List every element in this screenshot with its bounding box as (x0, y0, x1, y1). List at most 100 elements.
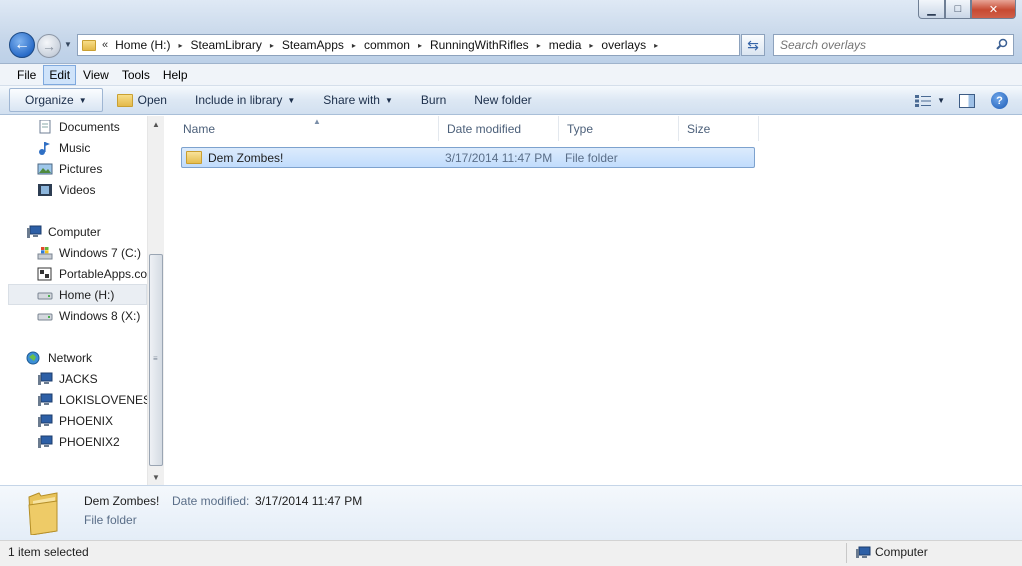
scroll-down-arrow[interactable]: ▼ (148, 469, 164, 485)
network-computer-icon (38, 414, 53, 427)
column-header-label: Type (567, 121, 594, 136)
menu-file[interactable]: File (11, 65, 42, 85)
menu-edit[interactable]: Edit (43, 64, 77, 85)
sidebar-item-windows7-drive[interactable]: Windows 7 (C:) (37, 242, 147, 263)
sidebar-item-label: PHOENIX (59, 413, 114, 428)
view-options-dropdown[interactable]: ▼ (937, 96, 945, 105)
sidebar-item-lokislovenest[interactable]: LOKISLOVENEST (37, 389, 147, 410)
address-bar[interactable]: « Home (H:) ▸ SteamLibrary ▸ SteamApps ▸… (77, 34, 740, 56)
navigation-pane: Documents Music Pictures Videos Computer… (0, 116, 164, 485)
burn-button[interactable]: Burn (407, 86, 460, 114)
column-header-date-modified[interactable]: Date modified (439, 116, 559, 141)
change-view-icon[interactable] (915, 94, 932, 107)
pictures-icon (37, 163, 53, 174)
preview-pane-icon[interactable] (959, 93, 975, 108)
details-file-name: Dem Zombes! (84, 494, 160, 508)
breadcrumb-separator[interactable]: ▸ (352, 41, 356, 50)
sidebar-item-pictures[interactable]: Pictures (37, 158, 147, 179)
maximize-button[interactable]: □ (945, 0, 971, 19)
menu-tools[interactable]: Tools (116, 65, 156, 85)
sidebar-item-home-drive[interactable]: Home (H:) (8, 284, 147, 305)
sidebar-item-phoenix[interactable]: PHOENIX (37, 410, 147, 431)
nav-scrollbar[interactable]: ▲ ≡ ▼ (147, 116, 164, 485)
overflow-chevron[interactable]: « (102, 39, 108, 51)
sidebar-item-windows8-drive[interactable]: Windows 8 (X:) (37, 305, 147, 326)
grip-icon: ≡ (153, 354, 158, 363)
portableapps-icon (37, 267, 52, 280)
breadcrumb-separator[interactable]: ▸ (654, 41, 658, 50)
status-divider (846, 543, 847, 563)
file-date-cell: 3/17/2014 11:47 PM (445, 150, 553, 165)
breadcrumb-separator[interactable]: ▸ (270, 41, 274, 50)
scroll-up-arrow[interactable]: ▲ (148, 116, 164, 132)
open-label: Open (137, 93, 167, 107)
search-input[interactable] (780, 38, 980, 52)
file-name-cell: Dem Zombes! (186, 148, 283, 167)
minimize-button[interactable]: ▁ (918, 0, 945, 19)
selection-count: 1 item selected (8, 545, 89, 559)
table-row[interactable]: Dem Zombes! 3/17/2014 11:47 PM File fold… (181, 147, 755, 168)
breadcrumb-steamapps[interactable]: SteamApps (282, 38, 344, 52)
breadcrumb-separator[interactable]: ▸ (589, 41, 593, 50)
sidebar-item-videos[interactable]: Videos (37, 179, 147, 200)
sidebar-item-label: LOKISLOVENEST (59, 392, 147, 407)
back-button[interactable]: ← (9, 32, 35, 58)
drive-icon (37, 292, 53, 299)
column-header-name[interactable]: Name ▲ (175, 116, 439, 141)
include-in-library-button[interactable]: Include in library ▼ (181, 86, 309, 114)
details-date-value: 3/17/2014 11:47 PM (255, 494, 363, 508)
sidebar-item-network[interactable]: Network (26, 347, 147, 368)
network-computer-icon (38, 393, 53, 406)
breadcrumb-home[interactable]: Home (H:) (115, 38, 170, 52)
column-header-label: Name (183, 121, 216, 136)
help-icon[interactable]: ? (991, 92, 1008, 109)
new-folder-button[interactable]: New folder (460, 86, 545, 114)
breadcrumb-separator[interactable]: ▸ (418, 41, 422, 50)
breadcrumb-media[interactable]: media (549, 38, 582, 52)
refresh-button[interactable]: ⇆ (741, 34, 765, 56)
share-with-button[interactable]: Share with ▼ (309, 86, 407, 114)
breadcrumb-steamlibrary[interactable]: SteamLibrary (190, 38, 261, 52)
sidebar-item-label: JACKS (59, 371, 98, 386)
breadcrumb-common[interactable]: common (364, 38, 410, 52)
details-pane: Dem Zombes! Date modified: 3/17/2014 11:… (0, 485, 1022, 540)
sidebar-item-label: Videos (59, 182, 96, 197)
recent-pages-dropdown[interactable]: ▼ (64, 40, 72, 49)
sidebar-item-label: Pictures (59, 161, 103, 176)
burn-label: Burn (420, 93, 447, 107)
arrow-left-icon: ← (14, 36, 30, 53)
search-icon[interactable] (996, 38, 1008, 50)
organize-label: Organize (25, 93, 74, 107)
sidebar-item-jacks[interactable]: JACKS (37, 368, 147, 389)
menu-help[interactable]: Help (157, 65, 194, 85)
share-with-label: Share with (323, 93, 380, 107)
column-header-type[interactable]: Type (559, 116, 679, 141)
arrow-right-icon: → (42, 38, 56, 54)
sidebar-item-computer[interactable]: Computer (26, 221, 147, 242)
column-header-size[interactable]: Size (679, 116, 759, 141)
music-icon (39, 141, 50, 155)
sidebar-item-label: PortableApps.com (59, 266, 147, 281)
organize-button[interactable]: Organize ▼ (9, 88, 103, 112)
close-button[interactable]: ✕ (971, 0, 1016, 19)
breadcrumb-separator[interactable]: ▸ (537, 41, 541, 50)
sidebar-item-portableapps[interactable]: PortableApps.com (37, 263, 147, 284)
breadcrumb-overlays[interactable]: overlays (601, 38, 646, 52)
title-bar: ▁ □ ✕ ← → ▼ « Home (H:) ▸ SteamLibrary ▸… (0, 0, 1022, 64)
open-button[interactable]: Open (103, 86, 181, 114)
scroll-thumb[interactable]: ≡ (149, 254, 163, 466)
search-box[interactable] (773, 34, 1014, 56)
breadcrumb-separator[interactable]: ▸ (178, 41, 182, 50)
breadcrumb-runningwithrifles[interactable]: RunningWithRifles (430, 38, 529, 52)
sidebar-item-documents[interactable]: Documents (37, 116, 147, 137)
forward-button[interactable]: → (37, 34, 61, 58)
sidebar-item-phoenix2[interactable]: PHOENIX2 (37, 431, 147, 452)
file-type-cell: File folder (565, 150, 618, 165)
windows-drive-icon (37, 246, 53, 259)
menu-view[interactable]: View (77, 65, 115, 85)
sidebar-item-music[interactable]: Music (37, 137, 147, 158)
videos-icon (38, 183, 52, 196)
sidebar-item-label: Documents (59, 119, 120, 134)
menu-bar: File Edit View Tools Help (0, 64, 1022, 86)
network-computer-icon (38, 435, 53, 448)
